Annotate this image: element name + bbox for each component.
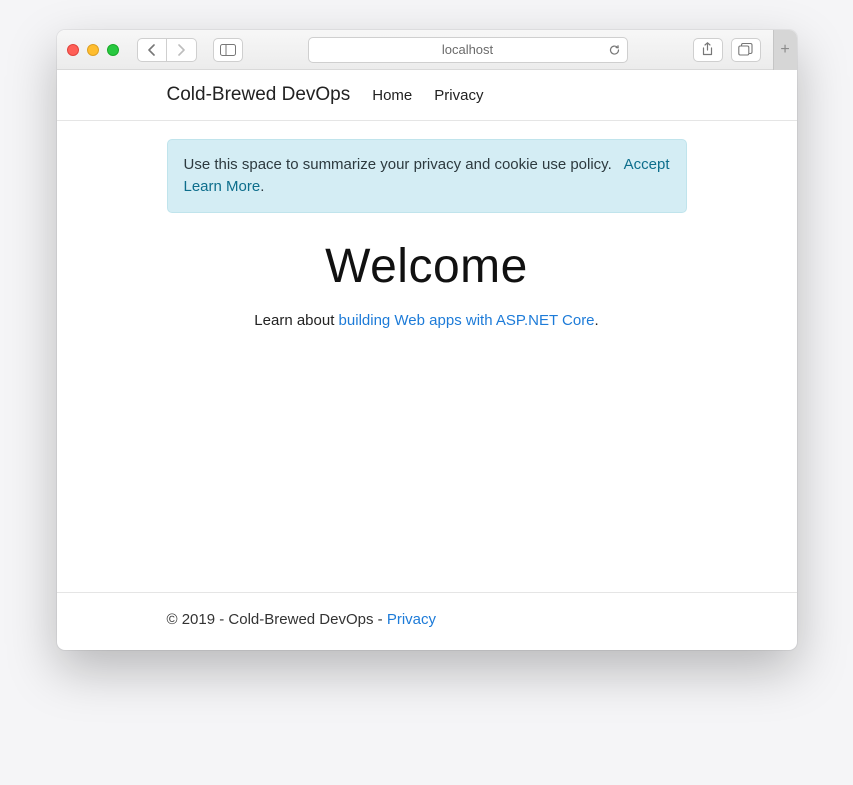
site-footer: © 2019 - Cold-Brewed DevOps - Privacy: [57, 592, 797, 650]
share-icon: [701, 42, 714, 57]
address-text: localhost: [442, 42, 493, 57]
cookie-learn-more-suffix: .: [260, 178, 264, 195]
reload-button[interactable]: [608, 43, 621, 56]
tabs-icon: [738, 43, 753, 56]
lead-paragraph: Learn about building Web apps with ASP.N…: [57, 312, 797, 329]
window-controls: [67, 44, 119, 56]
footer-text: © 2019 - Cold-Brewed DevOps -: [167, 611, 387, 628]
nav-back-forward-group: [137, 38, 197, 62]
new-tab-button[interactable]: +: [773, 30, 797, 70]
back-button[interactable]: [137, 38, 167, 62]
browser-titlebar: localhost +: [57, 30, 797, 70]
forward-button[interactable]: [167, 38, 197, 62]
address-bar[interactable]: localhost: [308, 37, 628, 63]
nav-link-privacy[interactable]: Privacy: [434, 87, 483, 104]
chevron-right-icon: [177, 44, 186, 56]
hero-section: Welcome Learn about building Web apps wi…: [57, 239, 797, 329]
zoom-window-button[interactable]: [107, 44, 119, 56]
sidebar-icon: [220, 44, 236, 56]
reload-icon: [608, 43, 621, 56]
cookie-learn-more-link[interactable]: Learn More: [184, 178, 261, 195]
minimize-window-button[interactable]: [87, 44, 99, 56]
brand-title[interactable]: Cold-Brewed DevOps: [167, 84, 351, 106]
page-title: Welcome: [57, 239, 797, 294]
aspnet-docs-link[interactable]: building Web apps with ASP.NET Core: [339, 312, 595, 329]
footer-privacy-link[interactable]: Privacy: [387, 611, 436, 628]
close-window-button[interactable]: [67, 44, 79, 56]
show-tabs-button[interactable]: [731, 38, 761, 62]
plus-icon: +: [780, 41, 789, 59]
nav-link-home[interactable]: Home: [372, 87, 412, 104]
page-body: Cold-Brewed DevOps Home Privacy Use this…: [57, 70, 797, 650]
lead-suffix: .: [595, 312, 599, 329]
share-button[interactable]: [693, 38, 723, 62]
show-sidebar-button[interactable]: [213, 38, 243, 62]
chevron-left-icon: [147, 44, 156, 56]
site-navbar: Cold-Brewed DevOps Home Privacy: [57, 70, 797, 121]
browser-window: localhost +: [57, 30, 797, 650]
toolbar-right-group: +: [693, 38, 787, 62]
cookie-consent-banner: Use this space to summarize your privacy…: [167, 139, 687, 213]
lead-prefix: Learn about: [254, 312, 338, 329]
cookie-message: Use this space to summarize your privacy…: [184, 156, 612, 173]
cookie-accept-button[interactable]: Accept: [624, 154, 670, 176]
